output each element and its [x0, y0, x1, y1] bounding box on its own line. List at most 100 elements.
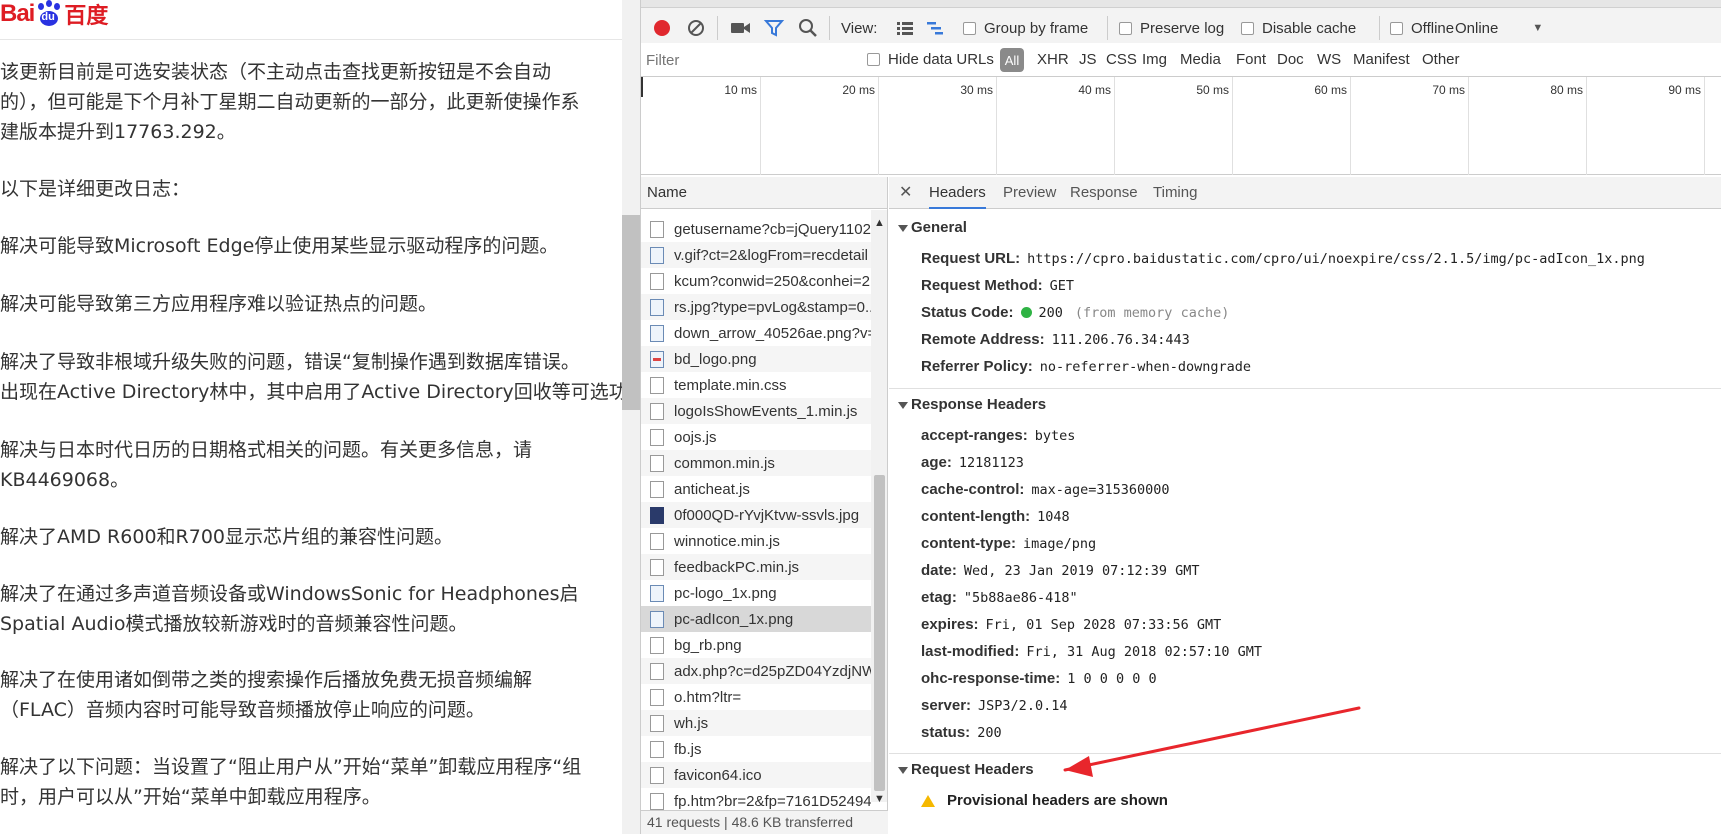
timeline-tick: 30 ms [960, 83, 993, 97]
header-row: etag: "5b88ae86-418" [921, 589, 1078, 606]
hide-data-urls-label: Hide data URLs [888, 51, 994, 68]
general-section-header[interactable]: General [889, 213, 1721, 243]
large-rows-icon[interactable] [895, 17, 915, 39]
filter-icon[interactable] [763, 17, 785, 39]
request-row[interactable]: o.htm?ltr= [641, 684, 871, 710]
file-icon [650, 740, 664, 758]
timeline-tick: 40 ms [1078, 83, 1111, 97]
file-icon [650, 792, 664, 810]
close-icon[interactable]: ✕ [899, 182, 912, 202]
request-name: 0f000QD-rYvjKtvw-ssvls.jpg [674, 506, 860, 524]
request-row[interactable]: oojs.js [641, 424, 871, 450]
article-line: 以下是详细更改日志： [0, 178, 191, 200]
article-line: 解决可能导致第三方应用程序难以验证热点的问题。 [0, 293, 438, 315]
request-row[interactable]: feedbackPC.min.js [641, 554, 871, 580]
tab-response[interactable]: Response [1070, 177, 1138, 209]
clear-icon[interactable] [685, 17, 707, 39]
file-icon [650, 766, 664, 784]
article-line: 解决了以下问题：当设置了“阻止用户从”开始“菜单”卸载应用程序“组 [0, 756, 582, 778]
request-row[interactable]: adx.php?c=d25pZD04YzdjNW [641, 658, 871, 684]
preserve-log-checkbox[interactable]: Preserve log [1119, 17, 1224, 39]
baidu-logo[interactable]: Bai du 百度 [0, 0, 108, 29]
requests-scrollbar-thumb[interactable] [874, 475, 885, 791]
hide-data-urls-checkbox[interactable]: Hide data URLs [867, 51, 994, 68]
request-row[interactable]: bd_logo.png [641, 346, 871, 372]
filter-input[interactable] [646, 48, 846, 72]
waterfall-icon[interactable] [925, 17, 945, 39]
filter-type-other[interactable]: Other [1422, 51, 1460, 68]
request-headers-section-header[interactable]: Request Headers [889, 755, 1721, 785]
article-scrollbar-thumb[interactable] [622, 215, 640, 410]
checkbox-box[interactable] [1119, 21, 1132, 35]
header-row: Referrer Policy: no-referrer-when-downgra… [921, 358, 1252, 375]
filter-type-img[interactable]: Img [1142, 51, 1167, 68]
checkbox-box[interactable] [963, 21, 976, 35]
request-row[interactable]: anticheat.js [641, 476, 871, 502]
warning-icon [921, 794, 935, 807]
checkbox-box[interactable] [1390, 21, 1403, 35]
filter-type-ws[interactable]: WS [1317, 51, 1341, 68]
disable-cache-checkbox[interactable]: Disable cache [1241, 17, 1356, 39]
filter-type-css[interactable]: CSS [1106, 51, 1137, 68]
file-icon [650, 480, 664, 498]
scroll-down-icon[interactable]: ▼ [874, 793, 885, 805]
filter-type-js[interactable]: JS [1079, 51, 1097, 68]
filter-type-doc[interactable]: Doc [1277, 51, 1304, 68]
tab-timing[interactable]: Timing [1153, 177, 1197, 209]
filter-type-manifest[interactable]: Manifest [1353, 51, 1410, 68]
header-row: accept-ranges: bytes [921, 427, 1076, 444]
group-by-frame-checkbox[interactable]: Group by frame [963, 17, 1088, 39]
file-icon [650, 662, 664, 680]
request-details: ✕ Headers Preview Response Timing Genera… [889, 177, 1721, 834]
offline-checkbox[interactable]: Offline [1390, 17, 1454, 39]
file-icon [650, 376, 664, 394]
request-row[interactable]: 0f000QD-rYvjKtvw-ssvls.jpg [641, 502, 871, 528]
request-row[interactable]: logoIsShowEvents_1.min.js [641, 398, 871, 424]
request-name: template.min.css [674, 376, 787, 394]
image-file-icon [650, 298, 664, 316]
article-line: 解决与日本时代日历的日期格式相关的问题。有关更多信息，请 [0, 439, 533, 461]
request-row[interactable]: wh.js [641, 710, 871, 736]
request-row[interactable]: kcum?conwid=250&conhei=2 [641, 268, 871, 294]
request-row[interactable]: pc-adIcon_1x.png [641, 606, 871, 632]
request-row[interactable]: bg_rb.png [641, 632, 871, 658]
tab-preview[interactable]: Preview [1003, 177, 1056, 209]
request-row[interactable]: v.gif?ct=2&logFrom=recdetail [641, 242, 871, 268]
filter-type-xhr[interactable]: XHR [1037, 51, 1069, 68]
article-scrollbar[interactable] [622, 0, 640, 834]
filter-type-all[interactable]: All [1000, 48, 1024, 72]
paw-icon: du [34, 0, 64, 28]
tab-headers[interactable]: Headers [929, 177, 986, 209]
throttle-value: Online [1455, 19, 1499, 37]
name-column-header[interactable]: Name [641, 177, 887, 209]
filter-type-font[interactable]: Font [1236, 51, 1266, 68]
request-row[interactable]: down_arrow_40526ae.png?v=.. [641, 320, 871, 346]
article-line: 该更新目前是可选安装状态（不主动点击查找更新按钮是不会自动 [0, 61, 552, 83]
request-name: pc-logo_1x.png [674, 584, 777, 602]
video-camera-icon[interactable] [729, 17, 753, 39]
checkbox-box[interactable] [1241, 21, 1254, 35]
request-row[interactable]: common.min.js [641, 450, 871, 476]
scroll-up-icon[interactable]: ▲ [874, 217, 885, 229]
section-divider [889, 388, 1721, 389]
logo-text-du: du [41, 11, 55, 23]
devtools-network-panel: View: Group by frame Preserve log Disabl… [640, 0, 1721, 834]
checkbox-box[interactable] [867, 53, 880, 66]
timeline-overview[interactable]: 10 ms 20 ms 30 ms 40 ms 50 ms 60 ms 70 m… [641, 77, 1721, 175]
header-row: cache-control: max-age=315360000 [921, 481, 1170, 498]
request-row[interactable]: pc-logo_1x.png [641, 580, 871, 606]
response-headers-section-header[interactable]: Response Headers [889, 390, 1721, 420]
request-row[interactable]: fb.js [641, 736, 871, 762]
request-row[interactable]: favicon64.ico [641, 762, 871, 788]
filter-type-media[interactable]: Media [1180, 51, 1221, 68]
request-row[interactable]: rs.jpg?type=pvLog&stamp=0.. [641, 294, 871, 320]
request-row[interactable]: winnotice.min.js [641, 528, 871, 554]
header-row: Request Method: GET [921, 277, 1075, 294]
file-icon [650, 428, 664, 446]
record-icon[interactable] [651, 17, 673, 39]
throttle-select[interactable]: Online ▼ [1455, 17, 1543, 39]
group-by-frame-label: Group by frame [984, 19, 1089, 37]
request-row[interactable]: getusername?cb=jQuery1102... [641, 216, 871, 242]
search-icon[interactable] [797, 17, 819, 39]
request-row[interactable]: template.min.css [641, 372, 871, 398]
